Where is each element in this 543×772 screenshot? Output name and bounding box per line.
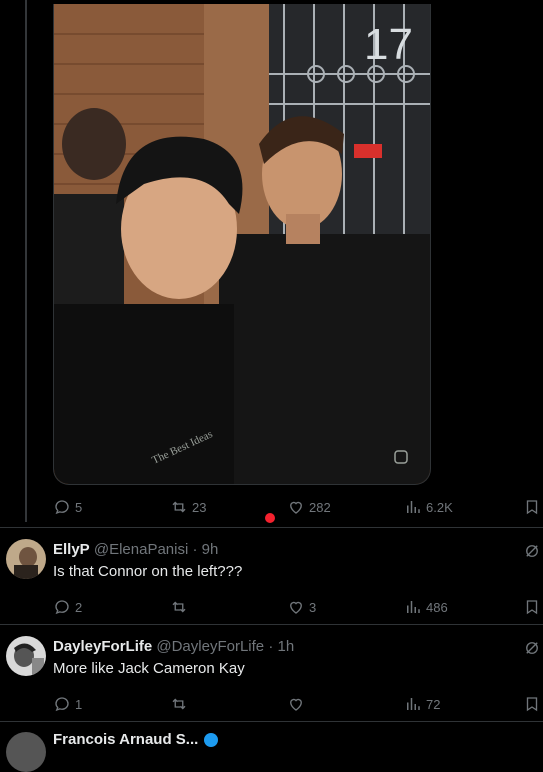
reply-text: Is that Connor on the left??? xyxy=(53,563,243,580)
like-button[interactable]: 282 xyxy=(287,496,331,518)
post-photo[interactable]: 17 The Best Ideas xyxy=(53,4,431,485)
reply-text: More like Jack Cameron Kay xyxy=(53,660,245,677)
thread-line xyxy=(25,0,27,522)
bookmark-icon xyxy=(526,697,538,712)
reply-button[interactable]: 1 xyxy=(53,693,82,715)
svg-text:17: 17 xyxy=(364,20,413,69)
heart-icon xyxy=(290,601,302,614)
views-icon xyxy=(407,501,420,513)
repost-icon xyxy=(172,601,186,613)
like-count: 3 xyxy=(309,599,317,615)
repost-icon xyxy=(172,501,186,513)
heart-icon xyxy=(290,501,302,514)
main-post-actions: 5 23 282 6.2K xyxy=(53,496,543,520)
live-indicator xyxy=(265,513,275,523)
reply-actions: 2 3 486 xyxy=(53,596,543,620)
reply-item[interactable]: DayleyForLife @DayleyForLife · 1h More l… xyxy=(0,624,543,722)
repost-button[interactable] xyxy=(170,693,192,715)
reply-button[interactable]: 2 xyxy=(53,596,82,618)
reply-icon xyxy=(55,500,69,515)
verified-badge-icon xyxy=(204,733,219,748)
views-icon xyxy=(407,698,420,710)
view-count: 486 xyxy=(426,599,448,615)
author-name[interactable]: EllyP xyxy=(53,541,90,558)
avatar[interactable] xyxy=(6,539,46,579)
author-handle[interactable]: @ElenaPanisi xyxy=(94,541,188,558)
bookmark-button[interactable] xyxy=(523,693,541,715)
grok-icon[interactable] xyxy=(523,639,541,657)
grok-icon[interactable] xyxy=(523,542,541,560)
repost-button[interactable]: 23 xyxy=(170,496,206,518)
views-button[interactable]: 72 xyxy=(404,693,440,715)
avatar[interactable] xyxy=(6,732,46,772)
reply-button[interactable]: 5 xyxy=(53,496,82,518)
post-time[interactable]: · 9h xyxy=(192,541,218,558)
bookmark-icon xyxy=(526,500,538,515)
reply-count: 1 xyxy=(75,696,83,712)
like-count: 282 xyxy=(309,499,331,515)
repost-button[interactable] xyxy=(170,596,192,618)
view-count: 6.2K xyxy=(426,499,453,515)
reply-icon xyxy=(55,697,69,712)
reply-item[interactable]: EllyP @ElenaPanisi · 9h Is that Connor o… xyxy=(0,527,543,625)
reply-header: DayleyForLife @DayleyForLife · 1h xyxy=(53,638,294,655)
post-time[interactable]: · 1h xyxy=(268,638,294,655)
media-badge-icon xyxy=(394,450,408,464)
bookmark-button[interactable] xyxy=(523,496,541,518)
bookmark-icon xyxy=(526,600,538,615)
repost-count: 23 xyxy=(192,499,207,515)
reply-actions: 1 72 xyxy=(53,693,543,717)
author-name[interactable]: DayleyForLife xyxy=(53,638,152,655)
views-button[interactable]: 486 xyxy=(404,596,448,618)
author-handle[interactable]: @DayleyForLife xyxy=(156,638,264,655)
repost-icon xyxy=(172,698,186,710)
like-button[interactable] xyxy=(287,693,309,715)
bookmark-button[interactable] xyxy=(523,596,541,618)
views-icon xyxy=(407,601,420,613)
like-button[interactable]: 3 xyxy=(287,596,316,618)
view-count: 72 xyxy=(426,696,441,712)
heart-icon xyxy=(290,698,302,711)
reply-header: EllyP @ElenaPanisi · 9h xyxy=(53,541,218,558)
avatar[interactable] xyxy=(6,636,46,676)
reply-count: 5 xyxy=(75,499,83,515)
views-button[interactable]: 6.2K xyxy=(404,496,453,518)
reply-count: 2 xyxy=(75,599,83,615)
reply-icon xyxy=(55,600,69,615)
